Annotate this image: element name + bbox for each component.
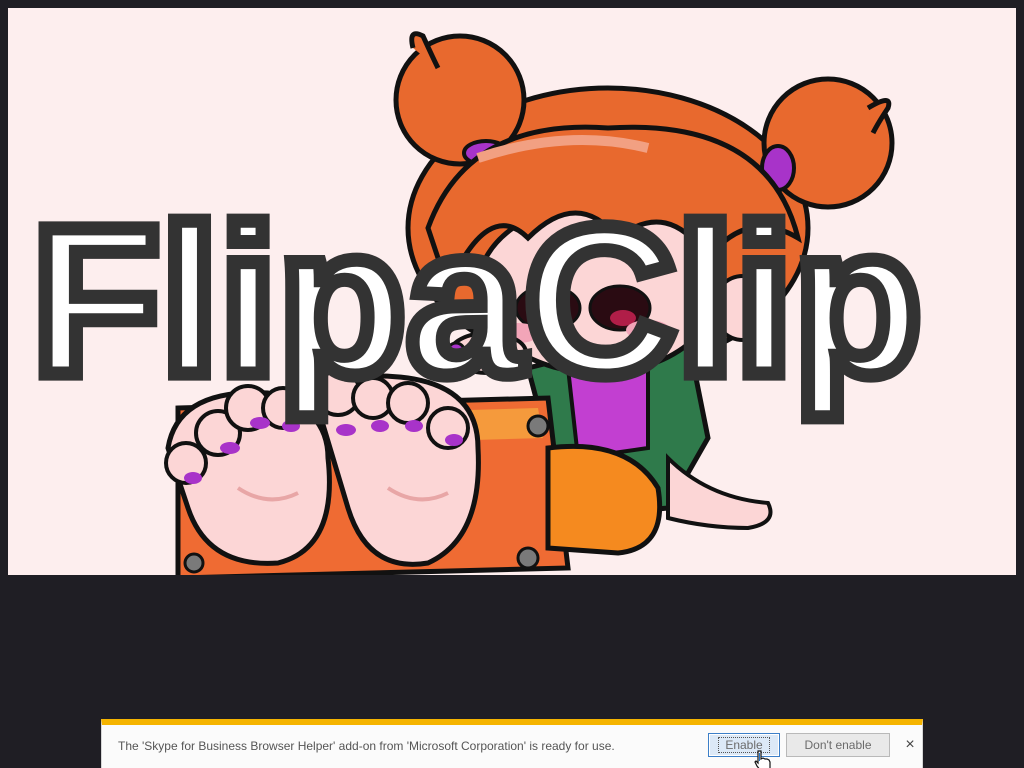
flipaclip-watermark: FlipaClip <box>24 176 929 426</box>
hand-pointer-icon <box>754 750 771 768</box>
browser-viewport: FlipaClip The 'Skype for Business Browse… <box>0 0 1024 768</box>
dont-enable-button-label: Don't enable <box>804 738 872 752</box>
addon-notification-bar: The 'Skype for Business Browser Helper' … <box>101 719 923 768</box>
video-player[interactable]: FlipaClip <box>8 8 1016 575</box>
notification-message: The 'Skype for Business Browser Helper' … <box>118 739 615 753</box>
watermark-text: FlipaClip <box>31 183 922 419</box>
close-icon[interactable]: × <box>902 737 918 753</box>
dont-enable-button[interactable]: Don't enable <box>786 733 890 757</box>
